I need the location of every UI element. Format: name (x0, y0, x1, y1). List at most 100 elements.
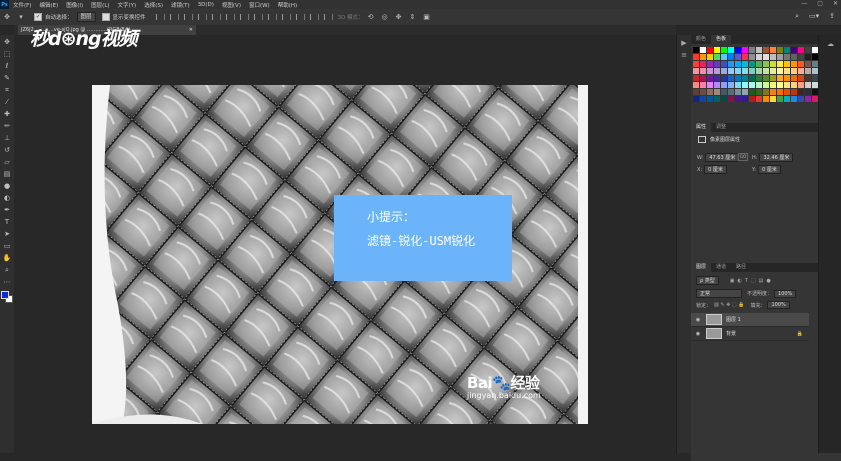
color-swatch[interactable] (693, 61, 699, 67)
color-swatch[interactable] (791, 82, 797, 88)
color-swatch[interactable] (798, 82, 804, 88)
color-swatch[interactable] (721, 68, 727, 74)
color-swatch[interactable] (805, 47, 811, 53)
color-swatch[interactable] (714, 89, 720, 95)
filter-smart-icon[interactable]: ▤ (759, 278, 764, 284)
color-swatch[interactable] (749, 75, 755, 81)
color-swatch[interactable] (784, 82, 790, 88)
fill-input[interactable]: 100% (767, 301, 790, 309)
color-swatch[interactable] (798, 96, 804, 102)
color-swatch[interactable] (693, 68, 699, 74)
layer-filter-dropdown[interactable]: ρ 类型 (696, 276, 719, 285)
color-swatch[interactable] (735, 89, 741, 95)
3d-rotate-icon[interactable]: ⟲ (367, 13, 375, 21)
color-swatch[interactable] (714, 82, 720, 88)
color-swatch[interactable] (770, 89, 776, 95)
eraser-tool-icon[interactable]: ▱ (2, 157, 12, 167)
color-swatch[interactable] (728, 75, 734, 81)
align-top-icon[interactable] (155, 14, 165, 20)
3d-roll-icon[interactable]: ◎ (381, 13, 389, 21)
color-swatch[interactable] (770, 96, 776, 102)
show-transform-checkbox[interactable] (101, 13, 110, 21)
type-tool-icon[interactable]: T (2, 217, 12, 227)
color-swatch[interactable] (777, 89, 783, 95)
maximize-button[interactable]: ▢ (817, 0, 823, 7)
clone-stamp-tool-icon[interactable]: ⊥ (2, 133, 12, 143)
tab-properties[interactable]: 属性 (691, 123, 712, 132)
filter-shape-icon[interactable]: ⬚ (751, 278, 756, 284)
quick-select-tool-icon[interactable]: ✎ (2, 73, 12, 83)
color-swatch[interactable] (735, 75, 741, 81)
move-tool-icon[interactable]: ✥ (2, 37, 12, 47)
color-swatch[interactable] (805, 82, 811, 88)
color-swatch[interactable] (777, 75, 783, 81)
menu-window[interactable]: 窗口(W) (249, 1, 270, 9)
color-swatch[interactable] (714, 75, 720, 81)
color-swatch[interactable] (805, 96, 811, 102)
color-swatch[interactable] (742, 61, 748, 67)
color-swatch[interactable] (791, 68, 797, 74)
color-swatch[interactable] (693, 82, 699, 88)
menu-view[interactable]: 视图(V) (222, 1, 241, 9)
color-swatch[interactable] (707, 47, 713, 53)
brush-tool-icon[interactable]: ✏ (2, 121, 12, 131)
color-swatch[interactable] (721, 75, 727, 81)
color-swatch[interactable] (714, 47, 720, 53)
color-swatch[interactable] (728, 68, 734, 74)
color-swatch[interactable] (805, 68, 811, 74)
color-swatch[interactable] (770, 82, 776, 88)
color-swatch[interactable] (700, 75, 706, 81)
distribute-center-icon[interactable] (295, 14, 305, 20)
y-input[interactable]: 0 厘米 (758, 165, 781, 174)
history-brush-tool-icon[interactable]: ↺ (2, 145, 12, 155)
auto-select-checkbox[interactable]: ✓ (34, 13, 42, 21)
color-swatch[interactable] (728, 96, 734, 102)
path-selection-tool-icon[interactable]: ➤ (2, 229, 12, 239)
color-swatch[interactable] (784, 61, 790, 67)
color-swatch[interactable] (693, 89, 699, 95)
color-swatch[interactable] (805, 75, 811, 81)
blend-mode-dropdown[interactable]: 正常 (696, 289, 742, 298)
color-swatch[interactable] (791, 47, 797, 53)
menu-3d[interactable]: 3D(D) (198, 2, 214, 8)
color-swatch[interactable] (749, 54, 755, 60)
color-swatch[interactable] (784, 96, 790, 102)
filter-toggle-icon[interactable]: ● (766, 278, 770, 284)
menu-select[interactable]: 选择(S) (144, 1, 163, 9)
color-swatch[interactable] (791, 61, 797, 67)
color-swatch[interactable] (700, 68, 706, 74)
color-swatch[interactable] (700, 61, 706, 67)
color-swatch[interactable] (798, 89, 804, 95)
distribute-middle-icon[interactable] (253, 14, 263, 20)
chevron-down-icon[interactable]: ▾ (17, 13, 25, 21)
opacity-input[interactable]: 100% (774, 289, 797, 298)
lasso-tool-icon[interactable]: ℓ (2, 61, 12, 71)
distribute-left-icon[interactable] (281, 14, 291, 20)
color-swatch[interactable] (763, 61, 769, 67)
color-swatch[interactable] (777, 82, 783, 88)
color-swatch[interactable] (749, 89, 755, 95)
align-center-icon[interactable] (211, 14, 221, 20)
close-tab-icon[interactable]: ✕ (189, 25, 193, 35)
color-swatch[interactable] (707, 61, 713, 67)
color-swatch[interactable] (700, 54, 706, 60)
color-swatch[interactable] (707, 75, 713, 81)
color-swatch[interactable] (749, 96, 755, 102)
shape-tool-icon[interactable]: ▭ (2, 241, 12, 251)
color-swatch[interactable] (693, 47, 699, 53)
color-swatch[interactable] (735, 82, 741, 88)
tab-color[interactable]: 颜色 (691, 35, 711, 44)
color-swatch[interactable] (784, 68, 790, 74)
color-swatch[interactable] (728, 89, 734, 95)
menu-filter[interactable]: 滤镜(T) (171, 1, 190, 9)
color-swatch[interactable] (798, 61, 804, 67)
menu-type[interactable]: 文字(Y) (118, 1, 137, 9)
color-swatch[interactable] (749, 82, 755, 88)
color-swatch[interactable] (784, 54, 790, 60)
color-swatch[interactable] (770, 75, 776, 81)
color-swatch[interactable] (791, 54, 797, 60)
filter-type-icon[interactable]: T (745, 278, 748, 284)
color-swatch[interactable] (700, 89, 706, 95)
tab-adjustments[interactable]: 调整 (711, 123, 731, 132)
color-swatch[interactable] (742, 96, 748, 102)
